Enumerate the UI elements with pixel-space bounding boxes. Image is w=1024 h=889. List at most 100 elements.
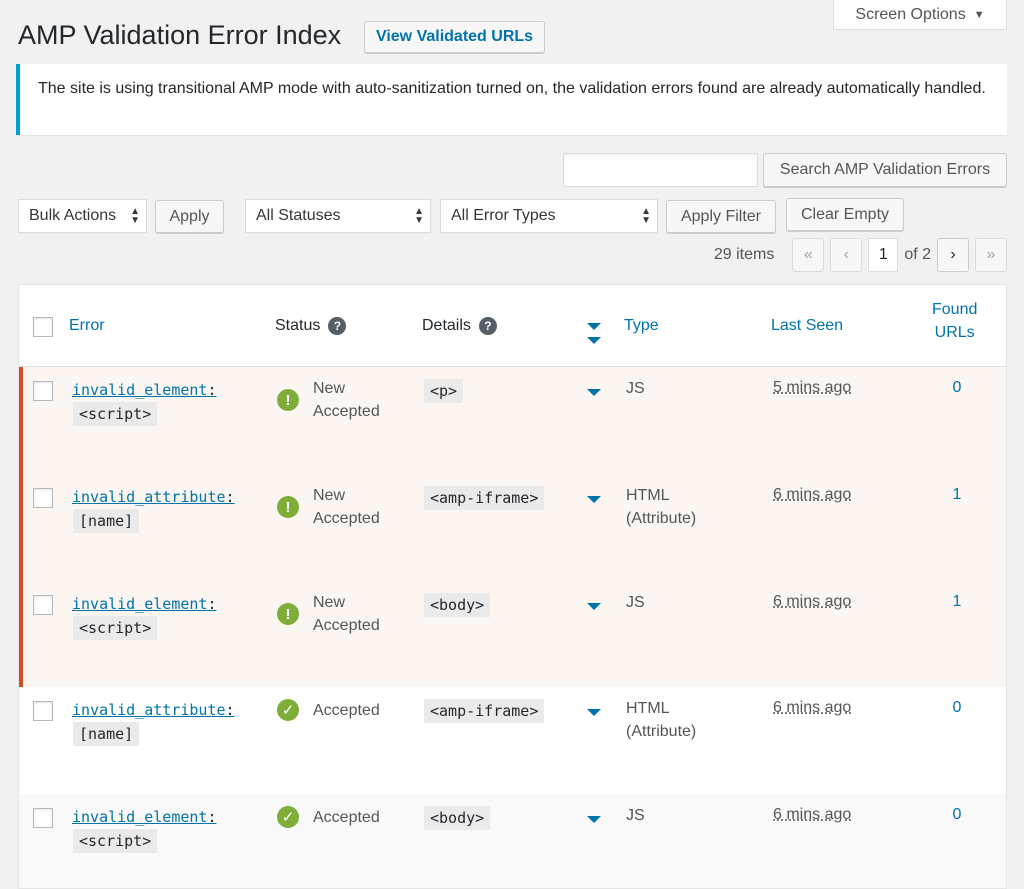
row-checkbox[interactable] [33,701,53,721]
last-seen: 6 mins ago [773,486,852,503]
expand-row-icon[interactable] [587,603,601,610]
error-code-link[interactable]: invalid_attribute: [72,701,235,719]
found-urls-count[interactable]: 0 [947,379,967,397]
collapse-all-icon[interactable] [587,337,601,344]
expand-row-icon[interactable] [587,709,601,716]
error-code-link[interactable]: invalid_attribute: [72,488,235,506]
row-checkbox[interactable] [33,595,53,615]
status-line-1: Accepted [313,702,380,719]
accepted-check-icon: ✓ [277,806,299,828]
row-checkbox[interactable] [33,808,53,828]
error-code: invalid_attribute [72,701,226,719]
column-details-label: Details [422,317,471,335]
help-icon[interactable]: ? [478,317,497,335]
details-tag: <p> [424,379,464,403]
last-seen: 6 mins ago [773,806,852,823]
next-page-button[interactable]: › [937,238,969,272]
type-line-1: HTML [626,487,670,504]
current-page-input[interactable]: 1 [868,238,899,272]
expand-row-icon[interactable] [587,496,601,503]
error-node: [name] [73,722,140,746]
row-checkbox[interactable] [33,488,53,508]
row-checkbox[interactable] [33,381,53,401]
errors-table: Error Status? Details? Type Last Seen Fo… [18,284,1007,889]
table-row: invalid_attribute: [name] ✓ Accepted <am… [19,687,1006,794]
expand-all-icon[interactable] [587,323,601,330]
new-status-icon: ! [277,389,299,411]
table-row: invalid_element: <script> ! New Accepted … [19,367,1006,474]
bulk-actions-label: Bulk Actions [29,207,117,224]
error-type-filter-label: All Error Types [451,207,556,224]
error-code-link[interactable]: invalid_element: [72,381,217,399]
table-row: invalid_attribute: [name] ! New Accepted … [19,474,1006,581]
status-line-2: Accepted [313,617,380,634]
column-status-label: Status [275,317,321,335]
prev-page-button[interactable]: ‹ [830,238,863,272]
last-seen: 5 mins ago [773,379,852,396]
error-code-link[interactable]: invalid_element: [72,808,217,826]
column-status: Status? [275,317,347,335]
apply-filter-button[interactable]: Apply Filter [666,200,776,233]
type-line-1: JS [626,594,645,611]
screen-options-label: Screen Options [855,5,966,23]
type-line-2: (Attribute) [626,723,697,740]
error-code: invalid_element [72,595,208,613]
error-code: invalid_element [72,381,208,399]
apply-button[interactable]: Apply [155,200,224,233]
table-row: invalid_element: <script> ✓ Accepted <bo… [19,794,1006,888]
type-text: HTML (Attribute) [626,484,696,530]
error-node: <script> [73,402,158,426]
status-filter-select[interactable]: All Statuses ▲ ▼ [245,199,431,233]
type-text: JS [626,804,645,827]
column-found-urls[interactable]: Found URLs [932,298,977,344]
select-arrows-icon: ▲ ▼ [130,206,140,226]
select-all-checkbox[interactable] [33,317,53,337]
notice-text: The site is using transitional AMP mode … [38,80,986,97]
clear-empty-button[interactable]: Clear Empty [786,198,904,231]
bulk-actions-select[interactable]: Bulk Actions ▲ ▼ [18,199,147,233]
type-line-2: (Attribute) [626,510,697,527]
status-text: New Accepted [313,591,380,637]
view-validated-urls-button[interactable]: View Validated URLs [364,21,545,53]
type-text: HTML (Attribute) [626,697,696,743]
status-line-1: New [313,594,346,611]
status-text: Accepted [313,699,380,722]
type-line-1: JS [626,380,645,397]
first-page-button[interactable]: « [792,238,825,272]
last-page-button[interactable]: » [975,238,1007,272]
help-icon[interactable]: ? [328,317,347,335]
expand-row-icon[interactable] [587,389,601,396]
error-code-link[interactable]: invalid_element: [72,595,217,613]
table-row: invalid_element: <script> ! New Accepted … [19,581,1006,687]
found-urls-count[interactable]: 1 [947,593,967,611]
column-last-seen[interactable]: Last Seen [771,317,843,335]
last-seen: 6 mins ago [773,699,852,716]
details-tag: <amp-iframe> [424,486,545,510]
error-type-filter-select[interactable]: All Error Types ▲ ▼ [440,199,658,233]
found-urls-count[interactable]: 1 [947,486,967,504]
type-line-1: HTML [626,700,670,717]
new-status-icon: ! [277,496,299,518]
caret-down-icon: ▼ [973,8,985,21]
details-tag: <body> [424,593,491,617]
status-line-2: Accepted [313,510,380,527]
status-line-1: New [313,487,346,504]
info-notice: The site is using transitional AMP mode … [16,64,1007,135]
select-arrows-icon: ▲ ▼ [641,206,651,226]
found-urls-count[interactable]: 0 [947,699,967,717]
page-title: AMP Validation Error Index [18,20,342,50]
items-count: 29 items [713,246,775,263]
accepted-check-icon: ✓ [277,699,299,721]
error-node: <script> [73,616,158,640]
found-urls-count[interactable]: 0 [947,806,967,824]
search-input[interactable] [563,153,758,187]
column-type[interactable]: Type [624,317,659,335]
search-button[interactable]: Search AMP Validation Errors [763,153,1007,187]
found-urls-label-2: URLs [934,324,975,341]
total-pages: of 2 [904,246,931,263]
expand-row-icon[interactable] [587,816,601,823]
screen-options-button[interactable]: Screen Options ▼ [833,0,1007,30]
column-error[interactable]: Error [69,317,105,335]
new-errors-marker [19,367,23,687]
table-header: Error Status? Details? Type Last Seen Fo… [19,285,1006,367]
